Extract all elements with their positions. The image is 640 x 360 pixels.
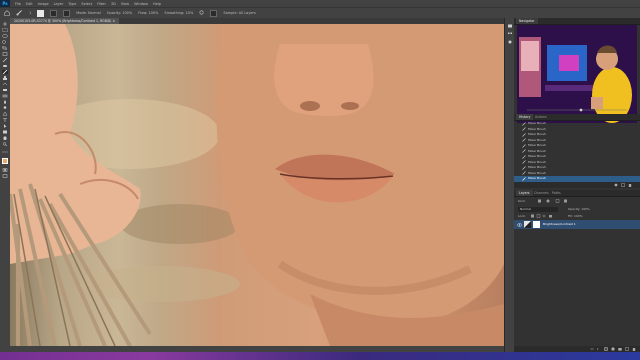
brush-tool-icon-active[interactable] [2,70,8,74]
move-tool-icon[interactable] [2,22,8,26]
menu-type[interactable]: Type [68,2,76,6]
menu-image[interactable]: Image [38,2,49,6]
quick-select-tool-icon[interactable] [2,40,8,44]
menu-help[interactable]: Help [153,2,161,6]
frame-tool-icon[interactable] [2,52,8,56]
layer-fill-field[interactable]: Fill: 100% [568,214,583,218]
type-tool-icon[interactable] [2,118,8,122]
eyedropper-tool-icon[interactable] [2,58,8,62]
color-panel-icon[interactable] [507,24,513,28]
right-panels: Navigator History Actions Mixer Brush Mi… [514,18,640,352]
quick-mask-icon[interactable] [2,168,8,172]
hand-tool-icon[interactable] [2,136,8,140]
menu-window[interactable]: Window [134,2,148,6]
delete-layer-icon[interactable] [632,347,636,351]
tab-navigator[interactable]: Navigator [516,18,538,24]
layer-lock-icons[interactable] [530,214,566,218]
menu-file[interactable]: File [15,2,21,6]
blend-mode-select[interactable]: Mode: Normal [76,11,101,15]
load-swatch[interactable] [37,9,45,17]
layer-filter-icons [536,199,616,203]
svg-text:f: f [597,348,599,352]
layer-filter-kind[interactable]: Kind [518,199,525,203]
tab-history[interactable]: History [516,114,534,120]
trash-icon[interactable] [628,183,632,187]
menu-bar: Ps File Edit Image Layer Type Select Fil… [0,0,640,7]
menu-view[interactable]: View [121,2,129,6]
link-layers-icon[interactable] [590,347,594,351]
adjustments-panel-icon[interactable] [507,40,513,44]
sample-all-layers-checkbox[interactable] [210,9,218,17]
home-icon[interactable] [4,9,10,17]
marquee-tool-icon[interactable] [2,28,8,32]
layer-row-brightness-contrast[interactable]: Brightness/Contrast 1 [514,220,640,229]
history-item-selected[interactable]: Mixer Brush [514,176,640,182]
layers-panel-header: Layers Channels Paths [514,190,640,197]
new-document-icon[interactable] [621,183,625,187]
blur-tool-icon[interactable] [2,100,8,104]
new-layer-icon[interactable] [625,347,629,351]
dodge-tool-icon[interactable] [2,106,8,110]
clone-stamp-tool-icon[interactable] [2,76,8,80]
history-brush-tool-icon[interactable] [2,82,8,86]
navigator-zoom-slider[interactable] [517,108,637,112]
menu-3d[interactable]: 3D [111,2,116,6]
path-select-tool-icon[interactable] [2,124,8,128]
eraser-tool-icon[interactable] [2,88,8,92]
layer-mask-thumbnail[interactable] [533,221,540,228]
group-folder-icon[interactable] [618,347,622,351]
layer-name: Brightness/Contrast 1 [543,222,576,226]
layers-footer: f [514,346,640,352]
snapshot-icon[interactable] [614,183,618,187]
swatches-panel-icon[interactable] [507,32,513,36]
load-brush-toggle[interactable] [63,9,71,17]
app-logo: Ps [0,0,10,7]
layer-lock-label: Lock: [518,214,526,218]
tab-actions[interactable]: Actions [532,114,550,120]
brush-tool-icon[interactable] [16,9,23,17]
menu-edit[interactable]: Edit [26,2,33,6]
history-footer [514,182,640,188]
menu-layer[interactable]: Layer [54,2,64,6]
menu-filter[interactable]: Filter [97,2,106,6]
tab-paths[interactable]: Paths [549,190,564,196]
layer-opacity-field[interactable]: Opacity: 100% [568,207,590,211]
status-bar [10,346,504,352]
canvas-image[interactable] [10,24,504,346]
adjustment-icon[interactable] [611,347,615,351]
fx-icon[interactable]: f [597,347,601,352]
zoom-tool-icon[interactable] [2,142,8,146]
opacity-field[interactable]: Opacity: 100% [107,11,133,15]
blend-mode-dropdown[interactable]: Normal [518,207,558,212]
gradient-tool-icon[interactable] [2,94,8,98]
rectangle-tool-icon[interactable] [2,130,8,134]
smoothing-field[interactable]: Smoothing: 10% [164,11,193,15]
menu-select[interactable]: Select [81,2,92,6]
foreground-color-swatch[interactable] [2,158,8,164]
settings-gear-icon[interactable] [199,10,204,16]
adjustment-layer-icon [524,221,531,228]
eye-icon[interactable] [517,222,522,227]
crop-tool-icon[interactable] [2,46,8,50]
more-tools-icon[interactable] [2,150,8,154]
healing-brush-tool-icon[interactable] [2,64,8,68]
screen-mode-icon[interactable] [2,174,8,178]
flow-field[interactable]: Flow: 100% [138,11,158,15]
options-bar: 1 Mode: Normal Opacity: 100% Flow: 100% … [0,7,640,18]
sample-all-layers-label: Sample: All Layers [223,11,256,15]
brush-size[interactable]: 1 [29,11,31,15]
navigator-panel-header: Navigator [514,18,640,25]
clean-brush-toggle[interactable] [50,9,58,17]
portrait-photo [10,24,504,346]
pen-tool-icon[interactable] [2,112,8,116]
lasso-tool-icon[interactable] [2,34,8,38]
history-panel-header: History Actions [514,114,640,121]
add-mask-icon[interactable] [604,347,608,351]
